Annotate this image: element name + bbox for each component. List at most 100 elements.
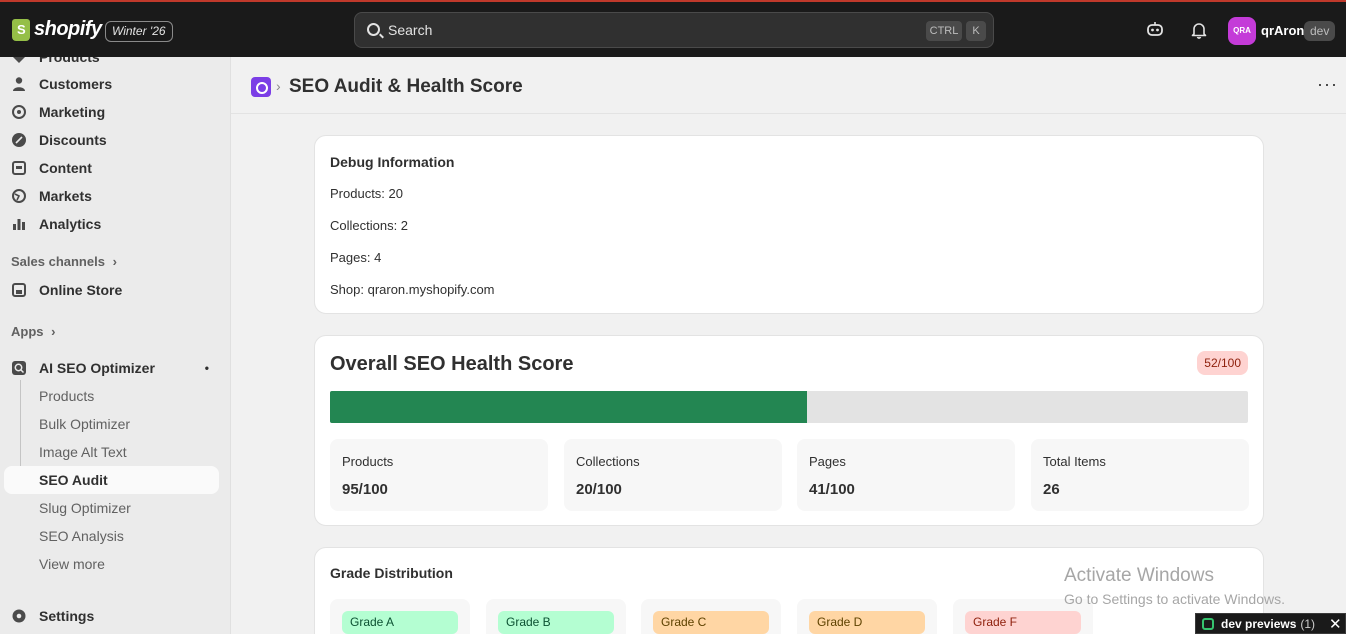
stat-label: Products xyxy=(342,454,394,469)
debug-collections: Collections: 2 xyxy=(330,218,409,233)
debug-pages: Pages: 4 xyxy=(330,250,382,265)
edition-badge[interactable]: Winter '26 xyxy=(105,21,173,42)
stat-value: 20/100 xyxy=(576,481,622,498)
sidebar-item-discounts[interactable]: Discounts xyxy=(11,126,219,154)
grade-card-d: Grade D xyxy=(797,599,937,634)
watermark-line-2: Go to Settings to activate Windows. xyxy=(1064,591,1285,607)
sidebar-item-analytics[interactable]: Analytics xyxy=(11,210,219,238)
sidebar-item-label: Products xyxy=(39,57,100,65)
health-score-title: Overall SEO Health Score xyxy=(330,353,574,375)
health-score-badge: 52/100 xyxy=(1197,351,1248,375)
sales-channels-label: Sales channels xyxy=(11,254,105,269)
grade-badge: Grade F xyxy=(965,611,1081,634)
health-score-card: Overall SEO Health Score 52/100 Products… xyxy=(314,335,1264,526)
stat-value: 41/100 xyxy=(809,481,855,498)
sidebar-subitem-seo-analysis[interactable]: SEO Analysis xyxy=(39,528,124,544)
watermark-line-1: Activate Windows xyxy=(1064,565,1214,586)
sidebar-item-ai-seo-optimizer[interactable]: AI SEO Optimizer • xyxy=(11,354,219,382)
sales-channels-heading[interactable]: Sales channels › xyxy=(11,254,117,269)
gear-icon xyxy=(12,609,26,623)
logo-text: shopify xyxy=(34,18,102,40)
stat-label: Pages xyxy=(809,454,846,469)
sidebar-item-online-store[interactable]: Online Store xyxy=(11,276,219,304)
sidebar-subitem-products[interactable]: Products xyxy=(39,388,94,404)
stat-value: 26 xyxy=(1043,481,1060,498)
sidekick-icon[interactable] xyxy=(1145,20,1165,40)
preview-indicator-icon xyxy=(1202,617,1214,630)
chevron-right-icon: › xyxy=(112,254,117,269)
dev-store-badge: dev xyxy=(1304,21,1336,41)
health-progress-fill xyxy=(330,391,808,423)
search-bar[interactable]: Search CTRL K xyxy=(354,12,994,48)
store-name[interactable]: qrAron xyxy=(1261,23,1304,38)
discount-icon xyxy=(12,133,26,147)
grade-card-c: Grade C xyxy=(641,599,781,634)
sidebar-item-products[interactable]: Products xyxy=(11,57,219,71)
grade-badge: Grade A xyxy=(342,611,458,634)
stat-products: Products 95/100 xyxy=(330,439,548,511)
app-logo-icon[interactable] xyxy=(251,77,271,97)
page-title: SEO Audit & Health Score xyxy=(289,76,523,97)
sidebar-item-label: Content xyxy=(39,160,92,176)
bell-icon[interactable] xyxy=(1189,20,1209,40)
sidebar-item-label: AI SEO Optimizer xyxy=(39,360,155,376)
grade-card-a: Grade A xyxy=(330,599,470,634)
stat-total-items: Total Items 26 xyxy=(1031,439,1249,511)
pin-dot[interactable]: • xyxy=(205,361,209,375)
apps-heading[interactable]: Apps › xyxy=(11,324,55,339)
sidebar-subitem-image-alt-text[interactable]: Image Alt Text xyxy=(39,444,127,460)
sidebar-item-label: Marketing xyxy=(39,104,106,120)
sidebar-item-markets[interactable]: Markets xyxy=(11,182,219,210)
apps-label: Apps xyxy=(11,324,44,339)
chevron-right-icon: › xyxy=(51,324,56,339)
globe-icon xyxy=(12,189,26,203)
sidebar-subitem-bulk-optimizer[interactable]: Bulk Optimizer xyxy=(39,416,130,432)
debug-shop: Shop: qraron.myshopify.com xyxy=(330,282,495,297)
app-icon xyxy=(12,361,26,375)
sidebar-item-content[interactable]: Content xyxy=(11,154,219,182)
debug-products: Products: 20 xyxy=(330,186,403,201)
search-icon xyxy=(367,23,380,36)
sidebar-subitem-seo-audit[interactable]: SEO Audit xyxy=(39,472,108,488)
stat-collections: Collections 20/100 xyxy=(564,439,782,511)
grade-card-b: Grade B xyxy=(486,599,626,634)
sidebar-item-settings[interactable]: Settings xyxy=(11,602,219,630)
grade-badge: Grade D xyxy=(809,611,925,634)
avatar[interactable]: QRA xyxy=(1228,17,1256,45)
stat-label: Total Items xyxy=(1043,454,1106,469)
more-actions-icon[interactable]: ··· xyxy=(1317,74,1338,95)
dev-previews-toolbar[interactable]: dev previews (1) ✕ xyxy=(1195,613,1346,634)
stat-value: 95/100 xyxy=(342,481,388,498)
search-placeholder: Search xyxy=(388,22,433,38)
sidebar-item-marketing[interactable]: Marketing xyxy=(11,98,219,126)
sidebar-item-label: Online Store xyxy=(39,282,123,298)
sidebar-subitem-slug-optimizer[interactable]: Slug Optimizer xyxy=(39,500,131,516)
dev-previews-count: (1) xyxy=(1300,616,1316,631)
sidebar-item-customers[interactable]: Customers xyxy=(11,70,219,98)
bar-chart-icon xyxy=(13,219,25,230)
close-icon[interactable]: ✕ xyxy=(1329,615,1342,633)
stat-label: Collections xyxy=(576,454,640,469)
sidebar-subitem-view-more[interactable]: View more xyxy=(39,556,105,572)
breadcrumb-separator: › xyxy=(276,78,281,94)
grade-distribution-title: Grade Distribution xyxy=(330,565,453,581)
tag-icon xyxy=(13,57,25,63)
shortcut-ctrl-key: CTRL xyxy=(926,21,962,41)
person-icon xyxy=(13,77,25,91)
health-progress-bar xyxy=(330,391,1248,423)
sidebar: Products Customers Marketing Discounts C… xyxy=(0,57,231,634)
grade-badge: Grade B xyxy=(498,611,614,634)
active-item-highlight xyxy=(4,466,219,494)
activate-windows-watermark: Activate Windows Go to Settings to activ… xyxy=(1064,565,1285,607)
debug-title: Debug Information xyxy=(330,154,455,170)
sidebar-item-label: Settings xyxy=(39,608,95,624)
sidebar-item-label: Discounts xyxy=(39,132,107,148)
target-icon xyxy=(12,105,26,119)
sidebar-item-label: Customers xyxy=(39,76,113,92)
store-icon xyxy=(12,283,26,297)
sidebar-item-label: Markets xyxy=(39,188,92,204)
shortcut-k-key: K xyxy=(966,21,986,41)
grade-badge: Grade C xyxy=(653,611,769,634)
shopify-logo[interactable]: shopify xyxy=(12,18,102,41)
debug-card: Debug Information Products: 20 Collectio… xyxy=(314,135,1264,314)
